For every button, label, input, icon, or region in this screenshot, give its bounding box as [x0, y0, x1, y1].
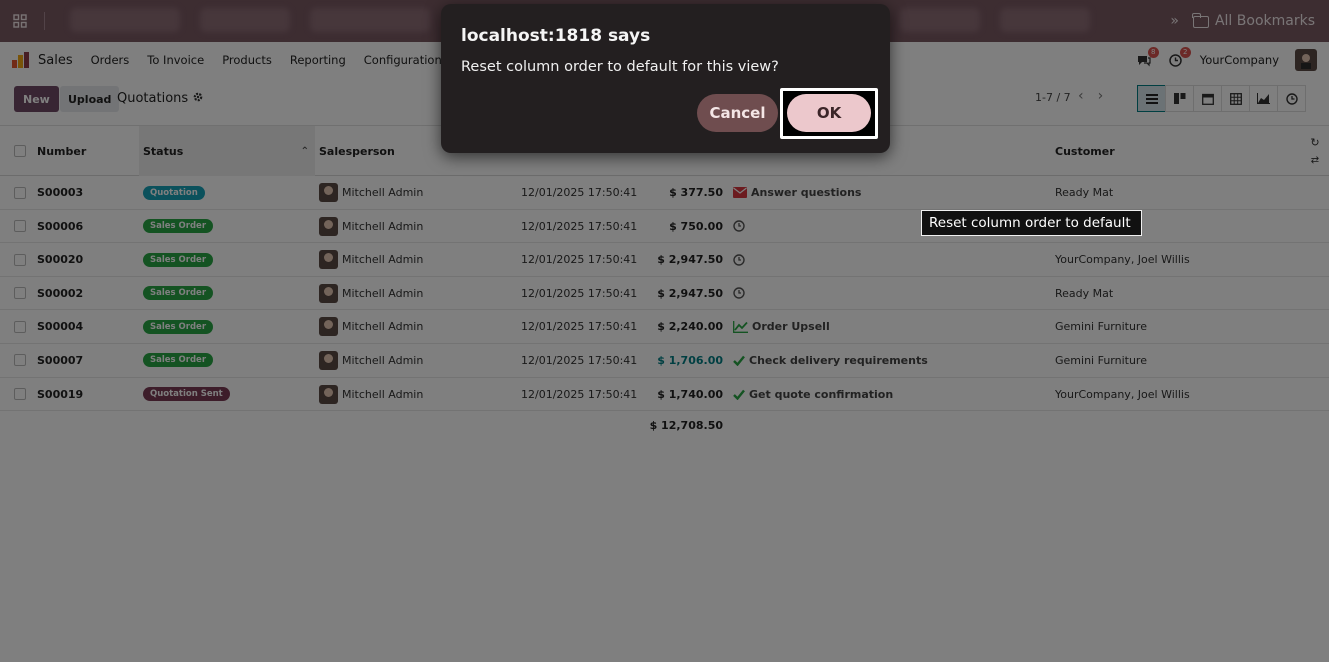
confirm-dialog: localhost:1818 says Reset column order t… — [441, 4, 890, 153]
cancel-button[interactable]: Cancel — [697, 94, 778, 132]
tooltip: Reset column order to default — [921, 210, 1142, 236]
dialog-title: localhost:1818 says — [461, 26, 651, 46]
ok-button[interactable]: OK — [787, 94, 871, 132]
dialog-message: Reset column order to default for this v… — [461, 59, 779, 75]
